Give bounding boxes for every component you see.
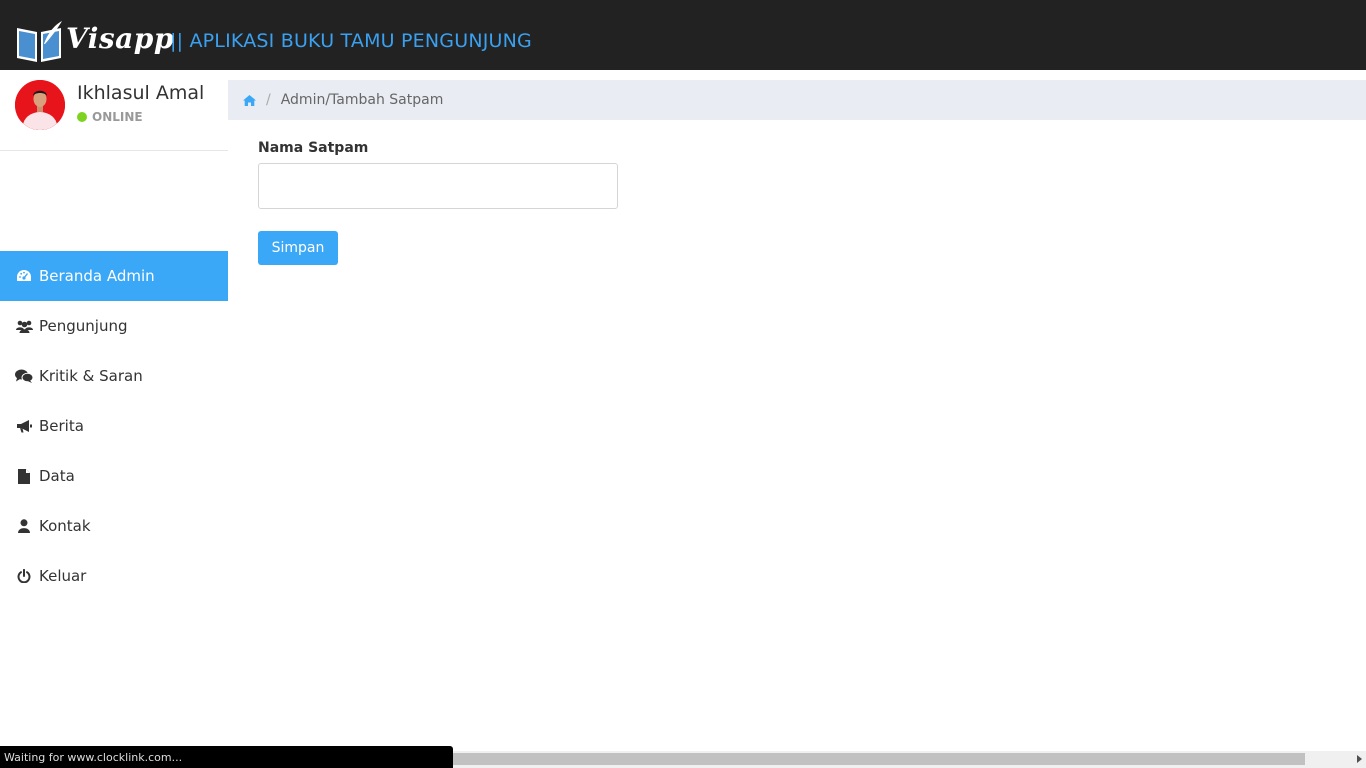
- file-icon: [15, 468, 33, 484]
- simpan-button[interactable]: Simpan: [258, 231, 338, 265]
- browser-status-bar: Waiting for www.clocklink.com...: [0, 746, 453, 768]
- avatar: [15, 80, 65, 130]
- book-logo-icon: [17, 21, 62, 62]
- sidebar-item-label: Beranda Admin: [39, 267, 155, 285]
- dashboard-icon: [15, 268, 33, 284]
- home-icon[interactable]: [243, 94, 256, 106]
- sidebar-item-label: Data: [39, 467, 75, 485]
- app-logo[interactable]: Visapp: [14, 16, 173, 66]
- browser-status-text: Waiting for www.clocklink.com...: [4, 750, 183, 764]
- sidebar-item-keluar[interactable]: Keluar: [0, 551, 228, 601]
- sidebar-menu: Beranda Admin Pengunjung Kritik & Saran …: [0, 251, 228, 601]
- nama-satpam-input[interactable]: [258, 163, 618, 209]
- user-status-label: ONLINE: [92, 110, 143, 124]
- app-title: || APLIKASI BUKU TAMU PENGUNJUNG: [170, 30, 532, 52]
- breadcrumb-separator: /: [266, 92, 271, 108]
- sidebar-item-kritik-saran[interactable]: Kritik & Saran: [0, 351, 228, 401]
- logo-text: Visapp: [66, 22, 174, 55]
- top-navbar: Visapp || APLIKASI BUKU TAMU PENGUNJUNG: [0, 0, 1366, 70]
- horizontal-scrollbar[interactable]: [453, 751, 1366, 768]
- user-icon: [15, 518, 33, 534]
- nama-satpam-label: Nama Satpam: [258, 140, 369, 156]
- user-name: Ikhlasul Amal: [77, 82, 205, 104]
- sidebar-item-label: Pengunjung: [39, 317, 128, 335]
- sidebar-item-label: Kritik & Saran: [39, 367, 143, 385]
- scrollbar-thumb[interactable]: [453, 753, 1305, 765]
- comments-icon: [15, 368, 33, 384]
- sidebar-item-pengunjung[interactable]: Pengunjung: [0, 301, 228, 351]
- power-icon: [15, 568, 33, 584]
- sidebar-item-beranda-admin[interactable]: Beranda Admin: [0, 251, 228, 301]
- sidebar: Ikhlasul Amal ONLINE Beranda Admin Pengu…: [0, 70, 228, 746]
- sidebar-item-label: Berita: [39, 417, 84, 435]
- scroll-right-arrow-icon[interactable]: [1357, 755, 1362, 763]
- users-icon: [15, 318, 33, 334]
- add-satpam-form: Nama Satpam Simpan: [258, 140, 618, 265]
- online-indicator-icon: [77, 112, 87, 122]
- user-panel: Ikhlasul Amal ONLINE: [0, 70, 228, 151]
- sidebar-item-label: Keluar: [39, 567, 87, 585]
- breadcrumb: / Admin/Tambah Satpam: [228, 80, 1366, 120]
- user-status: ONLINE: [77, 110, 143, 124]
- sidebar-item-data[interactable]: Data: [0, 451, 228, 501]
- sidebar-item-label: Kontak: [39, 517, 91, 535]
- sidebar-item-berita[interactable]: Berita: [0, 401, 228, 451]
- sidebar-item-kontak[interactable]: Kontak: [0, 501, 228, 551]
- breadcrumb-current: Admin/Tambah Satpam: [280, 92, 444, 108]
- bullhorn-icon: [15, 418, 33, 434]
